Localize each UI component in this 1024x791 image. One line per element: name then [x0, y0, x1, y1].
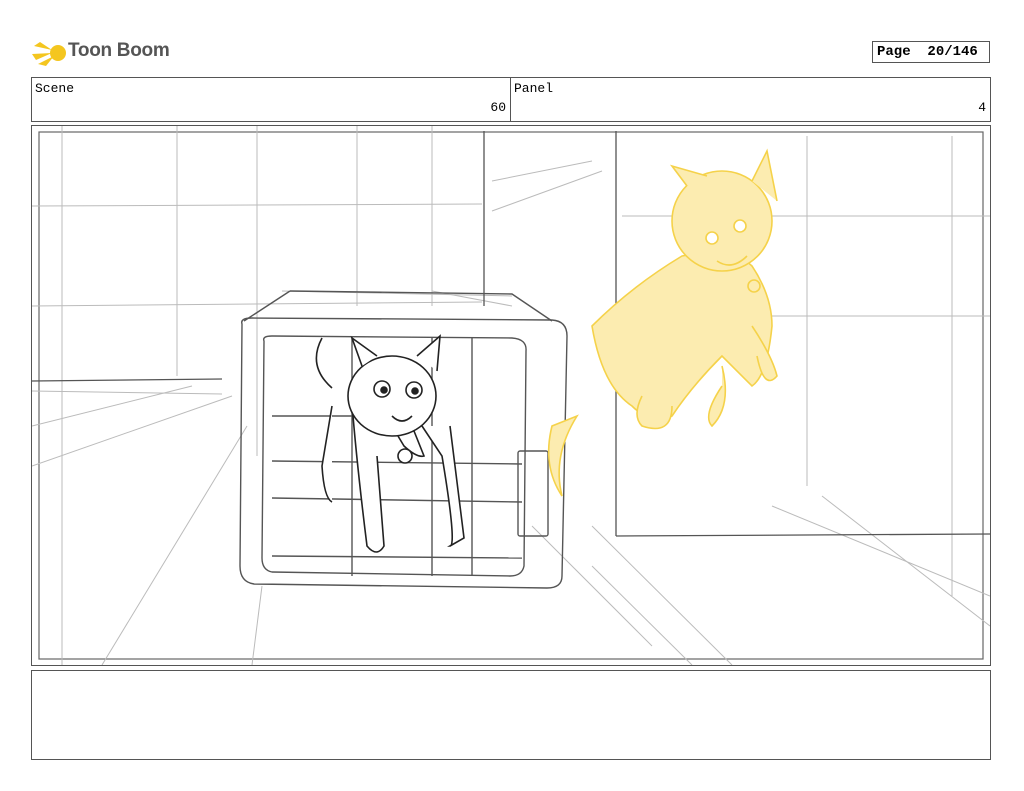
page-indicator: Page 20/146	[872, 41, 990, 63]
scene-cell: Scene 60	[31, 77, 511, 122]
notes-area	[31, 670, 991, 760]
sketch-drawing	[32, 126, 990, 665]
perspective-guides	[32, 126, 990, 665]
cat-in-carrier-drawing	[315, 334, 465, 553]
brand-name: Toon Boom	[68, 40, 170, 61]
scene-number: 60	[490, 100, 506, 115]
panel-label: Panel	[514, 81, 554, 96]
storyboard-panel	[31, 125, 991, 666]
scene-label: Scene	[35, 81, 75, 96]
leaping-cat-drawing	[547, 148, 778, 497]
panel-cell: Panel 4	[510, 77, 991, 122]
page-label: Page	[877, 44, 911, 60]
page-number: 20/146	[927, 44, 978, 60]
panel-number: 4	[978, 100, 986, 115]
